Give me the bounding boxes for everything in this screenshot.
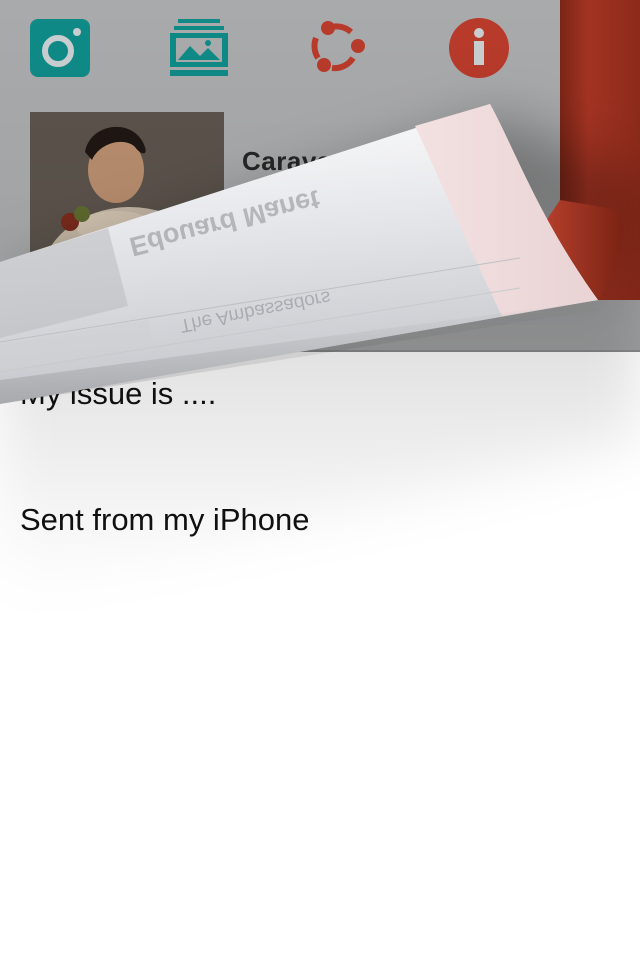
mail-signature[interactable]: Sent from my iPhone xyxy=(20,502,309,538)
gallery-icon[interactable] xyxy=(168,18,230,78)
camera-icon[interactable] xyxy=(29,18,91,78)
info-icon[interactable] xyxy=(448,18,510,78)
mail-body-line[interactable]: My issue is .... xyxy=(20,376,216,412)
side-tab xyxy=(560,0,640,300)
share-icon[interactable] xyxy=(306,18,368,78)
screen: My issue is .... Sent from my iPhone Car… xyxy=(0,0,640,960)
artist-name: Carava xyxy=(242,146,332,176)
section-divider xyxy=(0,350,640,352)
